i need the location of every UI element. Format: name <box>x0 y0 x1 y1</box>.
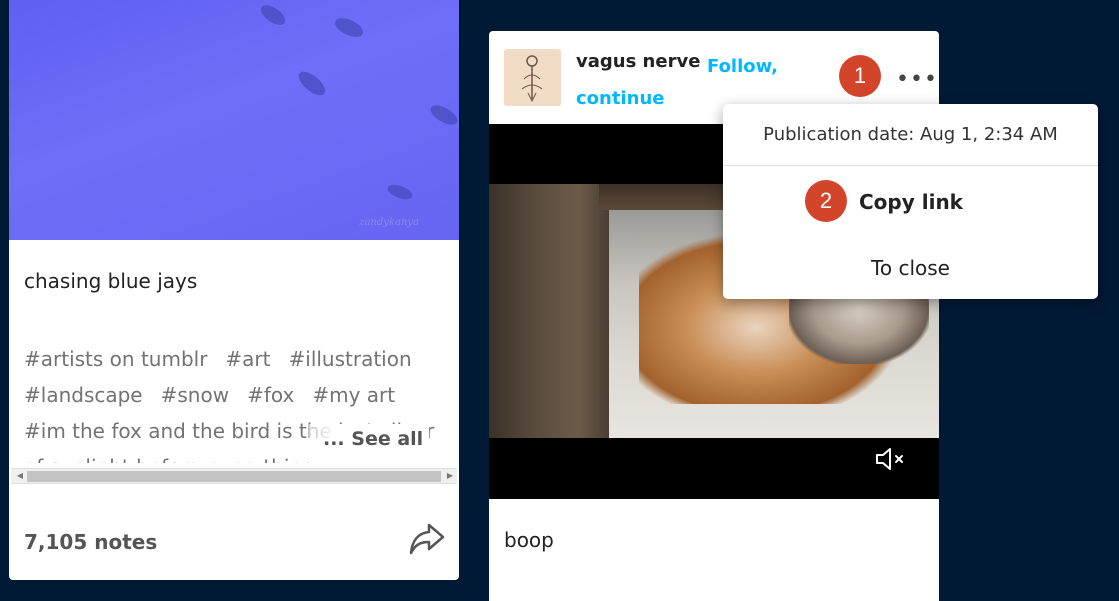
tag-link[interactable]: #snow <box>161 383 229 407</box>
scrollbar-thumb[interactable] <box>27 471 441 482</box>
avatar-illustration <box>504 49 561 106</box>
tag-link[interactable]: #artists on tumblr <box>24 347 207 371</box>
step-badge-1: 1 <box>839 55 881 97</box>
bird-shape <box>427 101 459 129</box>
post-options-menu: Publication date: Aug 1, 2:34 AM 2 Copy … <box>723 104 1098 299</box>
menu-divider <box>723 165 1098 166</box>
see-all-tags-button[interactable]: ... See all <box>309 424 430 454</box>
horizontal-scrollbar[interactable]: ◀ ▶ <box>11 468 457 484</box>
share-icon[interactable] <box>409 522 445 556</box>
bird-shape <box>332 14 366 41</box>
art-signature: zandykanya <box>359 217 419 228</box>
tag-link[interactable]: #landscape <box>24 383 143 407</box>
step-badge-2: 2 <box>805 180 847 222</box>
close-menu-item[interactable]: To close <box>723 256 1098 280</box>
post-caption: chasing blue jays <box>24 269 198 293</box>
tag-link[interactable]: #fox <box>247 383 294 407</box>
bird-shape <box>294 67 330 100</box>
scroll-right-icon[interactable]: ▶ <box>443 469 457 483</box>
bird-shape <box>385 181 415 203</box>
post-artwork-image[interactable]: zandykanya <box>9 0 459 240</box>
blog-avatar[interactable] <box>504 49 561 106</box>
speaker-muted-icon[interactable] <box>874 446 908 472</box>
left-post-card: zandykanya chasing blue jays #artists on… <box>9 0 459 580</box>
notes-count[interactable]: 7,105 notes <box>24 530 157 554</box>
more-options-icon[interactable]: ••• <box>896 67 938 92</box>
copy-link-menu-item[interactable]: Copy link <box>859 190 963 214</box>
publication-date: Publication date: Aug 1, 2:34 AM <box>763 124 1058 145</box>
bird-shape <box>257 1 289 29</box>
tag-link[interactable]: #illustration <box>289 347 412 371</box>
post-caption: boop <box>504 528 554 552</box>
scroll-left-icon[interactable]: ◀ <box>13 469 27 483</box>
tag-link[interactable]: #art <box>225 347 270 371</box>
wood-post-shape <box>489 184 609 438</box>
tag-link[interactable]: #my art <box>312 383 395 407</box>
